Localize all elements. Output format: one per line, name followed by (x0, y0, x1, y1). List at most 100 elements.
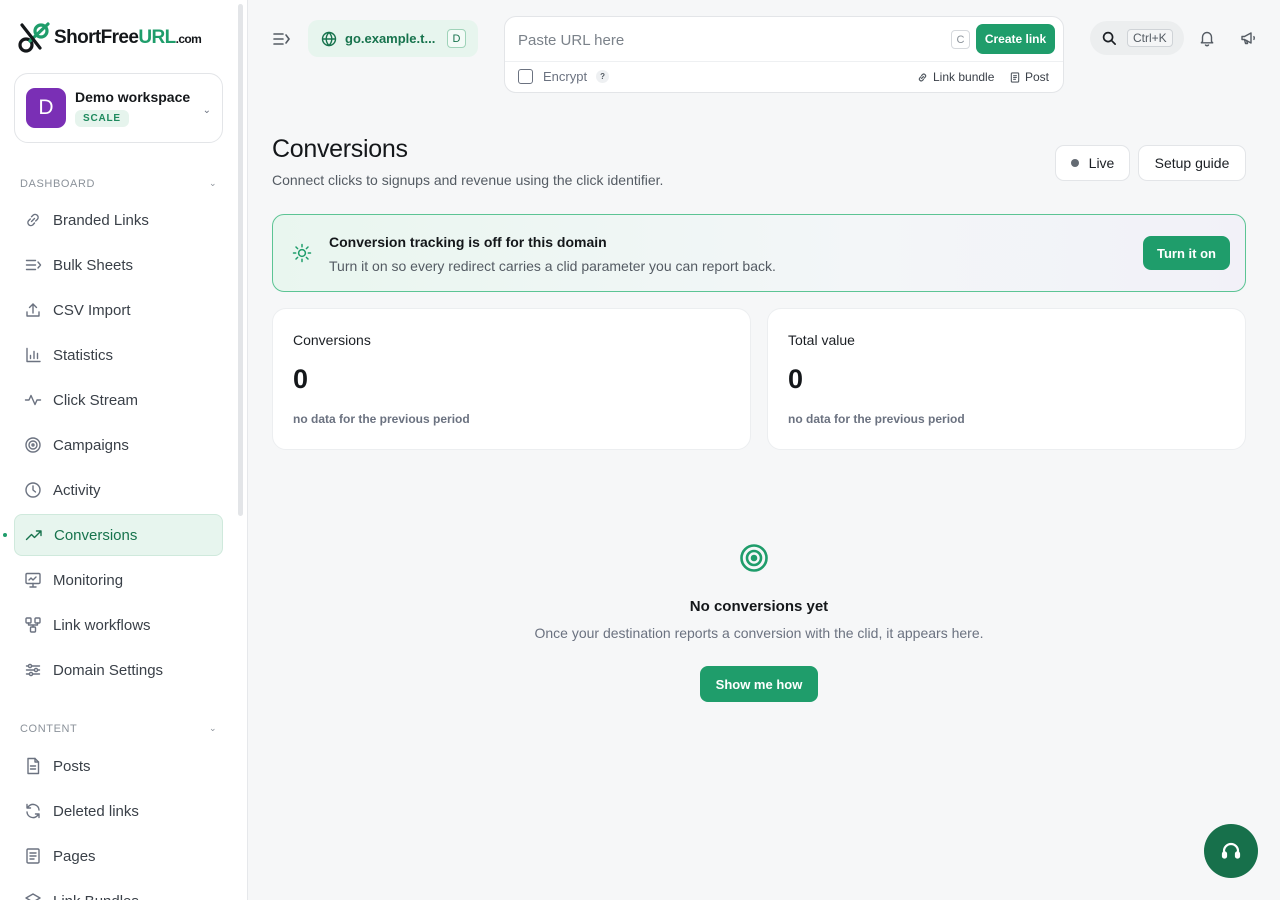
sidebar-item-statistics[interactable]: Statistics (14, 334, 223, 376)
create-link-button[interactable]: Create link (976, 24, 1055, 54)
layers-icon (24, 892, 42, 900)
link-bundle-button[interactable]: Link bundle (917, 70, 994, 84)
menu-collapse-icon[interactable] (271, 29, 291, 49)
encrypt-label: Encrypt (543, 69, 588, 84)
support-chat-button[interactable] (1204, 824, 1258, 878)
sidebar-item-activity[interactable]: Activity (14, 469, 223, 511)
stat-label: Total value (788, 332, 855, 348)
search-shortcut: Ctrl+K (1127, 29, 1173, 47)
live-toggle-button[interactable]: Live (1055, 145, 1130, 181)
sidebar-item-bulk-sheets[interactable]: Bulk Sheets (14, 244, 223, 286)
sidebar-item-label: Branded Links (53, 211, 149, 229)
turn-on-tracking-button[interactable]: Turn it on (1143, 236, 1230, 270)
stat-card-total-value: Total value 0 no data for the previous p… (767, 308, 1246, 450)
section-label-content: CONTENT (20, 723, 78, 735)
sidebar-item-posts[interactable]: Posts (14, 745, 223, 787)
workspace-avatar: D (26, 88, 66, 128)
search-icon (1102, 31, 1116, 45)
domain-name: go.example.t... (345, 31, 436, 46)
sidebar-item-label: CSV Import (53, 301, 131, 319)
plan-badge: SCALE (75, 110, 129, 127)
upload-icon (24, 301, 42, 319)
scissors-link-logo-icon (18, 22, 50, 53)
empty-state-text: Once your destination reports a conversi… (534, 625, 984, 641)
sidebar-item-pages[interactable]: Pages (14, 835, 223, 877)
divider (505, 61, 1063, 62)
sidebar-item-label: Conversions (54, 526, 138, 544)
link-icon (918, 73, 927, 81)
help-icon[interactable]: ? (596, 70, 610, 83)
monitor-icon (24, 571, 42, 589)
url-shortcut-key: C (951, 30, 970, 49)
search-button[interactable]: Ctrl+K (1090, 21, 1184, 55)
empty-state-title: No conversions yet (689, 598, 829, 615)
sidebar-item-label: Click Stream (53, 391, 139, 409)
banner-title: Conversion tracking is off for this doma… (329, 234, 607, 250)
post-button[interactable]: Post (1010, 70, 1049, 84)
sidebar-item-label: Bulk Sheets (53, 256, 134, 274)
refresh-icon (24, 802, 42, 820)
clock-icon (24, 481, 42, 499)
sidebar-item-csv-import[interactable]: CSV Import (14, 289, 223, 331)
live-label: Live (1088, 155, 1115, 171)
megaphone-icon[interactable] (1239, 29, 1257, 47)
sidebar-item-branded-links[interactable]: Branded Links (14, 199, 223, 241)
chevron-down-icon[interactable]: ⌄ (209, 723, 217, 734)
sidebar-item-click-stream[interactable]: Click Stream (14, 379, 223, 421)
page-title: Conversions (272, 135, 408, 163)
sidebar-item-label: Link Bundles (53, 893, 139, 900)
document-icon (24, 757, 42, 775)
url-input[interactable] (518, 26, 938, 54)
encrypt-checkbox[interactable] (518, 69, 533, 84)
headset-icon (1221, 842, 1241, 859)
trending-up-icon (25, 526, 43, 544)
target-icon (740, 544, 768, 572)
domain-shortcut-key: D (447, 29, 466, 48)
encrypt-option[interactable]: Encrypt ? (518, 69, 610, 84)
sidebar-item-campaigns[interactable]: Campaigns (14, 424, 223, 466)
stat-value: 0 (293, 364, 309, 394)
live-status-dot (1070, 159, 1079, 167)
workspace-switcher[interactable]: D Demo workspace SCALE ⌄ (14, 73, 223, 143)
sidebar-item-link-bundles[interactable]: Link Bundles (14, 880, 223, 900)
section-label-dashboard: DASHBOARD (20, 178, 96, 190)
domain-selector[interactable]: go.example.t... D (308, 20, 478, 57)
document-icon (1010, 71, 1020, 83)
stat-value: 0 (788, 364, 804, 394)
sidebar-item-conversions[interactable]: Conversions (14, 514, 223, 556)
setup-guide-button[interactable]: Setup guide (1138, 145, 1246, 181)
sidebar-item-label: Monitoring (53, 571, 124, 589)
activity-icon (24, 391, 42, 409)
sidebar-item-label: Pages (53, 847, 96, 865)
sidebar-scrollbar[interactable] (238, 4, 243, 516)
stat-card-conversions: Conversions 0 no data for the previous p… (272, 308, 751, 450)
create-link-box: C Create link Encrypt ? Link bundle Post (504, 16, 1064, 93)
show-me-how-button[interactable]: Show me how (700, 666, 818, 702)
sidebar-item-domain-settings[interactable]: Domain Settings (14, 649, 223, 691)
link-icon (24, 211, 42, 229)
chevron-down-icon: ⌄ (202, 105, 211, 116)
target-icon (24, 436, 42, 454)
sidebar-item-deleted-links[interactable]: Deleted links (14, 790, 223, 832)
sliders-icon (24, 661, 42, 679)
tracking-off-banner: Conversion tracking is off for this doma… (272, 214, 1246, 292)
list-icon (24, 256, 42, 274)
sidebar-item-label: Posts (53, 757, 91, 775)
banner-text: Turn it on so every redirect carries a c… (329, 258, 776, 274)
brand-logo[interactable]: ShortFreeURL.com (16, 20, 202, 56)
bell-icon[interactable] (1198, 29, 1216, 47)
sidebar-item-label: Statistics (53, 346, 114, 364)
page-icon (24, 847, 42, 865)
brand-name: ShortFreeURL.com (54, 27, 202, 48)
workspace-name: Demo workspace (75, 89, 191, 105)
sidebar-item-monitoring[interactable]: Monitoring (14, 559, 223, 601)
globe-icon (321, 31, 337, 46)
page-subtitle: Connect clicks to signups and revenue us… (272, 172, 664, 188)
sun-icon (292, 243, 312, 263)
stat-note: no data for the previous period (293, 412, 470, 426)
active-indicator (3, 533, 7, 537)
bar-chart-icon (24, 346, 42, 364)
sidebar-item-label: Activity (53, 481, 101, 499)
sidebar-item-label: Deleted links (53, 802, 139, 820)
chevron-down-icon[interactable]: ⌄ (209, 178, 217, 189)
